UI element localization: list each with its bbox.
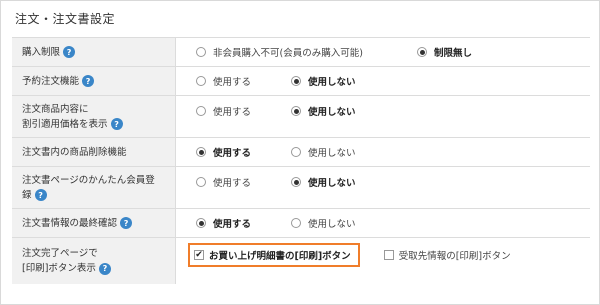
radio-use[interactable]: 使用する — [196, 216, 291, 230]
radio-not-use[interactable]: 使用しない — [291, 175, 356, 189]
options-cell: 使用する 使用しない — [176, 167, 590, 208]
radio-not-use[interactable]: 使用しない — [291, 216, 356, 230]
row-final-confirmation: 注文書情報の最終確認? 使用する 使用しない — [12, 209, 590, 238]
row-label: 注文書ページのかんたん会員登 録? — [12, 167, 176, 208]
options-cell: 使用する 使用しない — [176, 209, 590, 237]
options-cell: 使用する 使用しない — [176, 67, 590, 95]
settings-panel: 注文・注文書設定 購入制限? 非会員購入不可(会員のみ購入可能) 制限無し 予約… — [0, 0, 600, 305]
radio-selected-icon[interactable] — [291, 106, 301, 116]
options-cell: 非会員購入不可(会員のみ購入可能) 制限無し — [176, 38, 590, 66]
row-purchase-restriction: 購入制限? 非会員購入不可(会員のみ購入可能) 制限無し — [12, 38, 590, 67]
row-label: 注文完了ページで [印刷]ボタン表示? — [12, 238, 176, 284]
radio-selected-icon[interactable] — [196, 147, 206, 157]
help-icon[interactable]: ? — [120, 217, 133, 229]
help-icon[interactable]: ? — [98, 262, 111, 275]
help-icon[interactable]: ? — [63, 46, 76, 58]
radio-selected-icon[interactable] — [196, 218, 206, 228]
radio-icon[interactable] — [291, 218, 301, 228]
options-cell: お買い上げ明細書の[印刷]ボタン 受取先情報の[印刷]ボタン — [176, 238, 590, 284]
checkbox-statement-print[interactable]: お買い上げ明細書の[印刷]ボタン — [194, 248, 351, 262]
checkbox-icon[interactable] — [383, 250, 394, 260]
radio-not-use[interactable]: 使用しない — [291, 74, 356, 88]
options-cell: 使用する 使用しない — [176, 96, 590, 137]
radio-use[interactable]: 使用する — [196, 145, 291, 159]
radio-selected-icon[interactable] — [417, 47, 427, 57]
row-label: 注文書内の商品削除機能 — [12, 138, 176, 166]
row-print-button-display: 注文完了ページで [印刷]ボタン表示? お買い上げ明細書の[印刷]ボタン 受取先… — [12, 238, 590, 284]
help-icon[interactable]: ? — [82, 75, 95, 87]
row-label: 注文商品内容に 割引適用価格を表示? — [12, 96, 176, 137]
radio-icon[interactable] — [196, 177, 206, 187]
row-reservation-order: 予約注文機能? 使用する 使用しない — [12, 67, 590, 96]
radio-use[interactable]: 使用する — [196, 175, 291, 189]
row-label: 購入制限? — [12, 38, 176, 66]
row-label: 予約注文機能? — [12, 67, 176, 95]
options-cell: 使用する 使用しない — [176, 138, 590, 166]
row-easy-member-registration: 注文書ページのかんたん会員登 録? 使用する 使用しない — [12, 167, 590, 209]
radio-icon[interactable] — [196, 47, 206, 57]
checkbox-recipient-print[interactable]: 受取先情報の[印刷]ボタン — [383, 248, 511, 262]
radio-use[interactable]: 使用する — [196, 104, 291, 118]
help-icon[interactable]: ? — [110, 118, 123, 130]
help-icon[interactable]: ? — [34, 189, 47, 201]
highlight-box: お買い上げ明細書の[印刷]ボタン — [188, 243, 360, 267]
radio-members-only[interactable]: 非会員購入不可(会員のみ購入可能) — [196, 45, 417, 59]
radio-selected-icon[interactable] — [291, 177, 301, 187]
radio-use[interactable]: 使用する — [196, 74, 291, 88]
settings-table: 購入制限? 非会員購入不可(会員のみ購入可能) 制限無し 予約注文機能? 使用す… — [12, 37, 590, 284]
section-title: 注文・注文書設定 — [15, 12, 116, 26]
radio-icon[interactable] — [196, 106, 206, 116]
row-label: 注文書情報の最終確認? — [12, 209, 176, 237]
radio-icon[interactable] — [196, 76, 206, 86]
radio-selected-icon[interactable] — [291, 76, 301, 86]
row-discount-price-display: 注文商品内容に 割引適用価格を表示? 使用する 使用しない — [12, 96, 590, 138]
radio-icon[interactable] — [291, 147, 301, 157]
row-item-delete: 注文書内の商品削除機能 使用する 使用しない — [12, 138, 590, 167]
radio-not-use[interactable]: 使用しない — [291, 104, 356, 118]
radio-no-restriction[interactable]: 制限無し — [417, 45, 472, 59]
checkbox-checked-icon[interactable] — [194, 250, 204, 260]
radio-not-use[interactable]: 使用しない — [291, 145, 356, 159]
